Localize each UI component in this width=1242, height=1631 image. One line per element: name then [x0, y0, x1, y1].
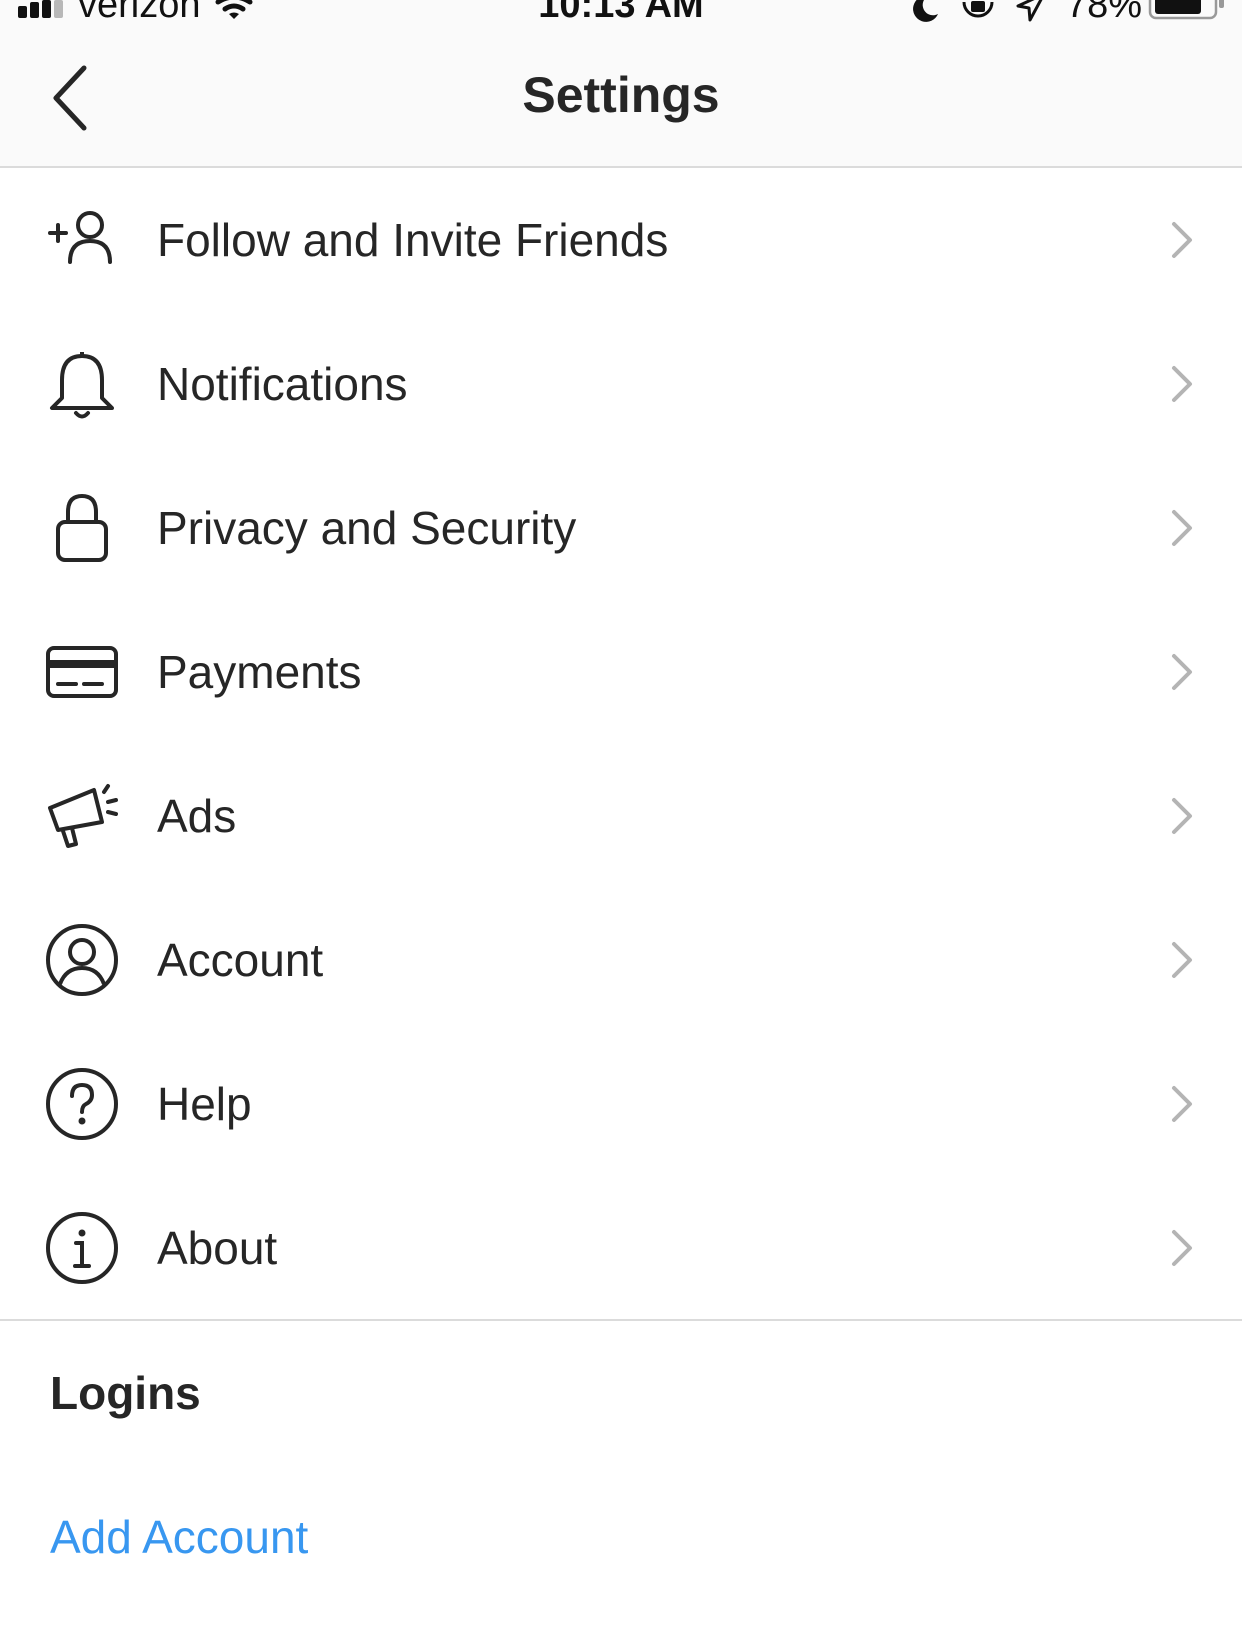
menu-item-label: Ads: [157, 790, 237, 842]
credit-card-icon: [46, 646, 118, 698]
battery-icon: [1148, 0, 1224, 20]
chevron-right-icon: [1172, 1086, 1192, 1122]
chevron-right-icon: [1172, 222, 1192, 258]
orientation-lock-icon: [962, 1, 994, 18]
chevron-right-icon: [1172, 510, 1192, 546]
menu-item-label: About: [157, 1222, 278, 1274]
menu-item-label: Privacy and Security: [157, 502, 577, 554]
menu-item-ads[interactable]: Ads: [0, 744, 1242, 888]
moon-icon: [913, 0, 938, 22]
menu-item-notifications[interactable]: Notifications: [0, 312, 1242, 456]
chevron-right-icon: [1172, 654, 1192, 690]
megaphone-icon: [48, 784, 118, 848]
bell-icon: [50, 352, 114, 419]
page-title: Settings: [522, 67, 720, 123]
lock-icon: [56, 493, 108, 562]
add-account-link[interactable]: Add Account: [50, 1510, 308, 1564]
chevron-right-icon: [1172, 1230, 1192, 1266]
menu-item-label: Help: [157, 1078, 252, 1130]
status-time: 10:13 AM: [538, 0, 704, 26]
chevron-right-icon: [1172, 942, 1192, 978]
menu-item-payments[interactable]: Payments: [0, 600, 1242, 744]
add-user-icon: [48, 211, 112, 264]
help-circle-icon: [46, 1068, 118, 1140]
menu-item-label: Follow and Invite Friends: [157, 214, 669, 266]
location-arrow-icon: [1016, 0, 1043, 22]
menu-item-follow-invite[interactable]: Follow and Invite Friends: [0, 168, 1242, 312]
info-circle-icon: [46, 1212, 118, 1284]
menu-item-privacy-security[interactable]: Privacy and Security: [0, 456, 1242, 600]
menu-item-label: Payments: [157, 646, 362, 698]
menu-item-help[interactable]: Help: [0, 1032, 1242, 1176]
menu-item-account[interactable]: Account: [0, 888, 1242, 1032]
nav-bar: Settings: [0, 30, 1242, 168]
chevron-right-icon: [1172, 798, 1192, 834]
chevron-right-icon: [1172, 366, 1192, 402]
status-bar: verizon 10:13 AM 78%: [0, 0, 1242, 30]
menu-item-about[interactable]: About: [0, 1176, 1242, 1320]
menu-item-label: Notifications: [157, 358, 408, 410]
user-circle-icon: [46, 924, 118, 996]
battery-percent: 78%: [1066, 0, 1143, 26]
menu-item-label: Account: [157, 934, 324, 986]
settings-menu: Follow and Invite Friends Notifications …: [0, 168, 1242, 1320]
section-divider: [0, 1319, 1242, 1321]
logins-section-header: Logins: [50, 1367, 201, 1419]
